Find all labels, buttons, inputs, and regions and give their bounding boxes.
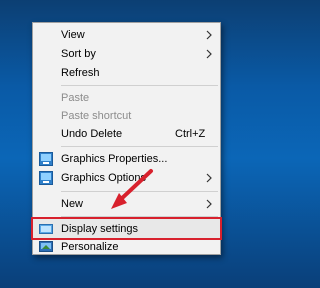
annotation-arrow-icon xyxy=(111,169,153,209)
menu-item-view[interactable]: View xyxy=(33,25,220,45)
menu-item-label: Paste shortcut xyxy=(61,110,132,122)
intel-graphics-icon xyxy=(39,171,53,185)
menu-item-refresh[interactable]: Refresh xyxy=(33,63,220,83)
menu-item-label: Undo Delete xyxy=(61,128,123,140)
desktop-context-menu: View Sort by Refresh Paste Paste shortcu… xyxy=(31,22,222,257)
menu-separator xyxy=(61,146,218,147)
menu-item-label: Refresh xyxy=(61,67,100,79)
chevron-right-icon xyxy=(206,173,212,183)
menu-item-label: New xyxy=(61,198,84,210)
menu-item-undo-delete[interactable]: Undo Delete Ctrl+Z xyxy=(33,124,220,144)
menu-item-paste-shortcut: Paste shortcut xyxy=(33,106,220,126)
chevron-right-icon xyxy=(206,49,212,59)
chevron-right-icon xyxy=(206,30,212,40)
menu-item-label: Sort by xyxy=(61,48,96,60)
menu-item-label: View xyxy=(61,29,85,41)
menu-item-shortcut: Ctrl+Z xyxy=(175,128,206,140)
menu-separator xyxy=(61,216,218,217)
menu-item-paste: Paste xyxy=(33,88,220,108)
menu-item-personalize[interactable]: Personalize xyxy=(33,237,220,257)
menu-item-label: Paste xyxy=(61,92,90,104)
menu-item-label: Personalize xyxy=(61,241,119,253)
desktop-background[interactable]: View Sort by Refresh Paste Paste shortcu… xyxy=(0,0,300,288)
personalize-icon xyxy=(39,241,53,252)
menu-separator xyxy=(61,85,218,86)
menu-item-label: Display settings xyxy=(61,223,139,235)
display-icon xyxy=(39,224,53,234)
menu-item-display-settings[interactable]: Display settings xyxy=(33,219,220,239)
intel-graphics-icon xyxy=(39,152,53,166)
menu-item-sort-by[interactable]: Sort by xyxy=(33,44,220,64)
chevron-right-icon xyxy=(206,199,212,209)
